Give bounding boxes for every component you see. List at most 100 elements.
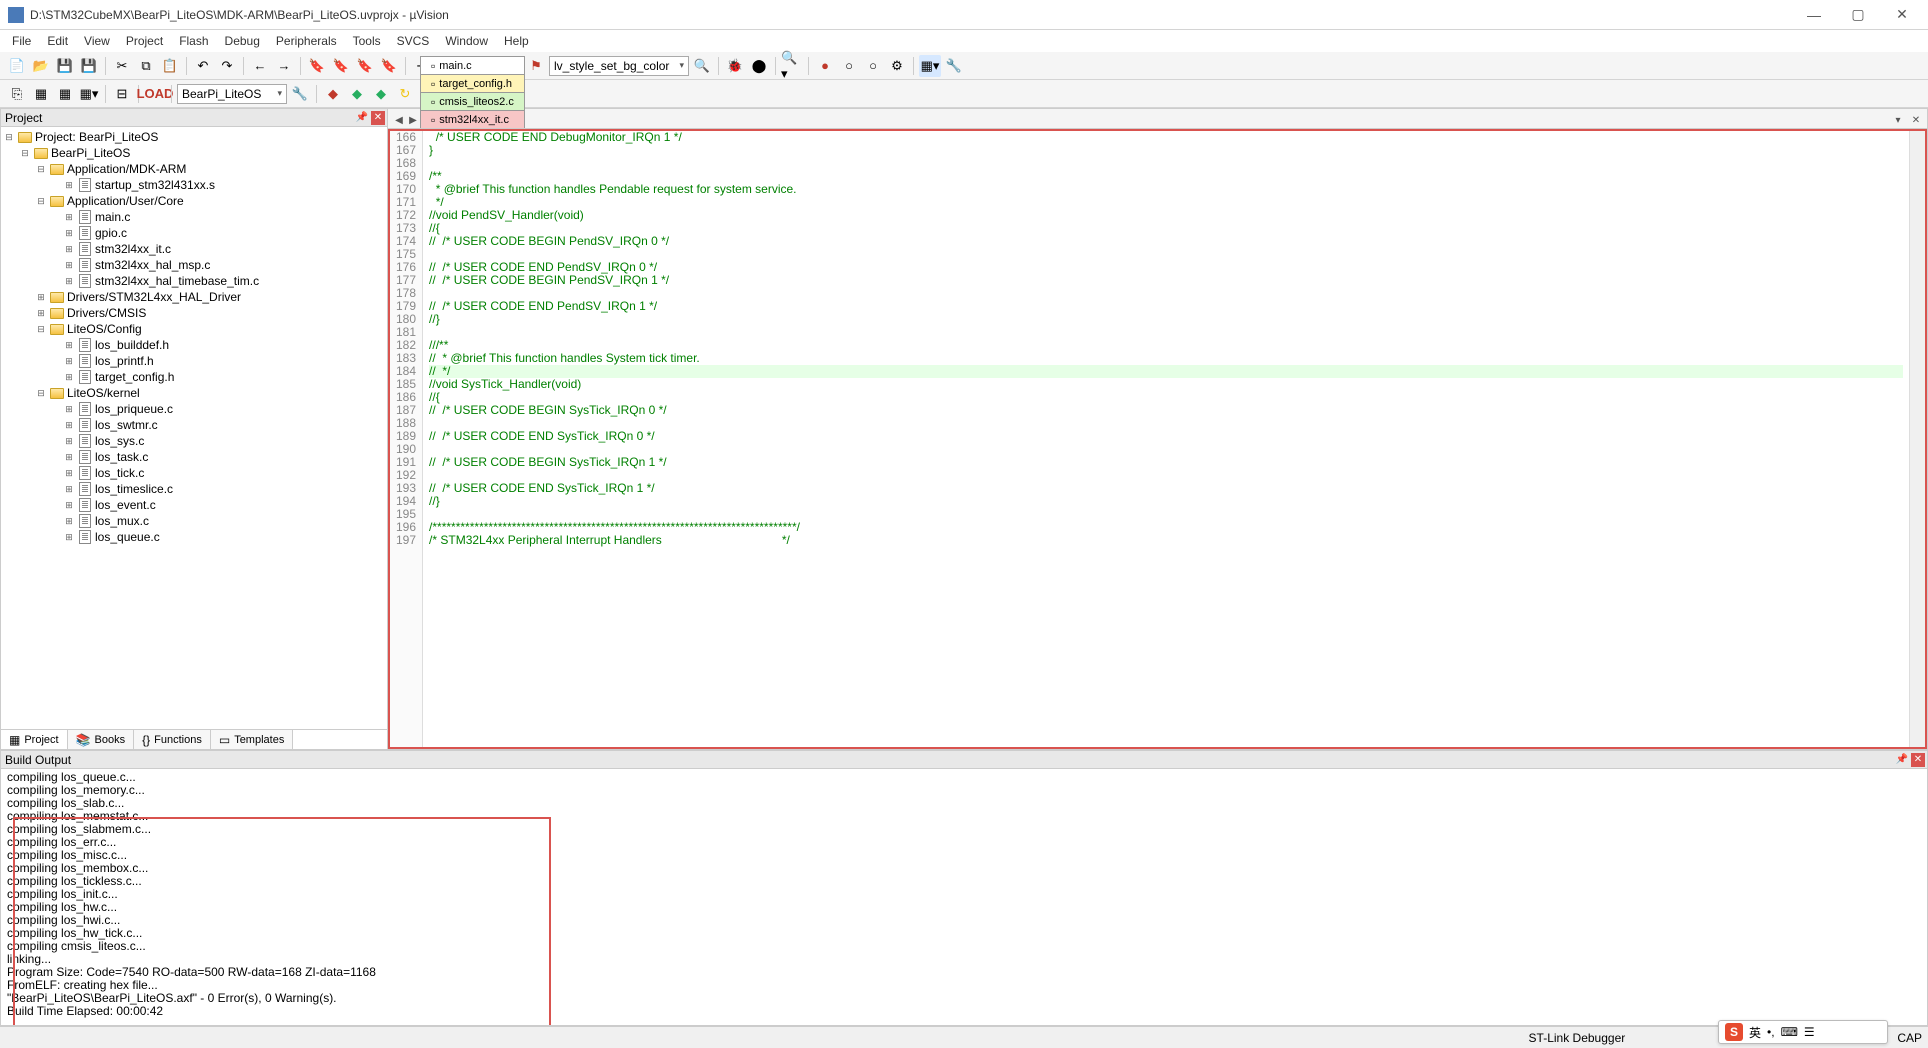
stop-build-icon[interactable]: ⊟ [111,83,133,105]
code-text[interactable]: /* USER CODE END DebugMonitor_IRQn 1 */}… [423,131,1909,747]
ime-punct-icon[interactable]: •, [1767,1025,1775,1039]
file-node[interactable]: ⊞stm32l4xx_hal_msp.c [3,257,385,273]
nav-back-icon[interactable]: ← [249,55,271,77]
menu-edit[interactable]: Edit [39,32,76,50]
ime-menu-icon[interactable]: ☰ [1804,1025,1815,1039]
pack-icon[interactable]: ↻ [394,83,416,105]
menu-svcs[interactable]: SVCS [389,32,438,50]
file-node[interactable]: ⊞los_priqueue.c [3,401,385,417]
file-node[interactable]: ⊞los_timeslice.c [3,481,385,497]
stop-icon[interactable]: ○ [838,55,860,77]
analyze-icon[interactable]: ⚙ [886,55,908,77]
bookmark-icon[interactable]: 🔖 [306,55,328,77]
file-node[interactable]: ⊞los_mux.c [3,513,385,529]
editor-tab[interactable]: ▫cmsis_liteos2.c [420,92,525,110]
pin-icon[interactable]: 📌 [355,111,369,125]
file-node[interactable]: ⊞los_printf.h [3,353,385,369]
ime-toolbar[interactable]: S 英 •, ⌨ ☰ [1718,1020,1888,1044]
download-icon[interactable]: LOAD [144,83,166,105]
manage-rte-icon[interactable]: ◆ [370,83,392,105]
file-node[interactable]: ⊞los_tick.c [3,465,385,481]
zoom-icon[interactable]: 🔍▾ [781,55,803,77]
breakpoint-icon[interactable]: ⬤ [748,55,770,77]
pane-tab-functions[interactable]: {}Functions [134,730,211,749]
build-output-text[interactable]: compiling los_queue.c...compiling los_me… [1,769,1927,1025]
tab-nav-right-icon[interactable]: ▶ [406,112,420,128]
menu-file[interactable]: File [4,32,39,50]
rebuild-icon[interactable]: ▦ [54,83,76,105]
save-icon[interactable]: 💾 [54,55,76,77]
file-node[interactable]: ⊞stm32l4xx_it.c [3,241,385,257]
group-node[interactable]: ⊟LiteOS/kernel [3,385,385,401]
file-node[interactable]: ⊞target_config.h [3,369,385,385]
group-node[interactable]: ⊞Drivers/CMSIS [3,305,385,321]
manage-env-icon[interactable]: ◆ [322,83,344,105]
record-icon[interactable]: ● [814,55,836,77]
code-editor[interactable]: 1661671681691701711721731741751761771781… [388,129,1927,749]
tab-nav-left-icon[interactable]: ◀ [392,112,406,128]
file-node[interactable]: ⊞los_queue.c [3,529,385,545]
translate-icon[interactable]: ⎘ [6,83,28,105]
menu-help[interactable]: Help [496,32,537,50]
project-tree[interactable]: ⊟Project: BearPi_LiteOS⊟BearPi_LiteOS⊟Ap… [1,127,387,729]
editor-tab[interactable]: ▫target_config.h [420,74,525,92]
open-icon[interactable]: 📂 [30,55,52,77]
find-next-icon[interactable]: 🔍 [691,55,713,77]
save-all-icon[interactable]: 💾 [78,55,100,77]
maximize-button[interactable]: ▢ [1840,3,1876,27]
group-node[interactable]: ⊟Application/User/Core [3,193,385,209]
file-node[interactable]: ⊞los_builddef.h [3,337,385,353]
redo-icon[interactable]: ↷ [216,55,238,77]
group-node[interactable]: ⊟Application/MDK-ARM [3,161,385,177]
build-icon[interactable]: ▦ [30,83,52,105]
file-node[interactable]: ⊞los_event.c [3,497,385,513]
target-select[interactable]: BearPi_LiteOS [177,84,287,104]
file-node[interactable]: ⊞los_sys.c [3,433,385,449]
menu-view[interactable]: View [76,32,118,50]
paste-icon[interactable]: 📋 [159,55,181,77]
options-icon[interactable]: 🔧 [289,83,311,105]
bookmark-clear-icon[interactable]: 🔖 [378,55,400,77]
undo-icon[interactable]: ↶ [192,55,214,77]
batch-build-icon[interactable]: ▦▾ [78,83,100,105]
find-icon[interactable]: ⚑ [525,55,547,77]
project-root[interactable]: ⊟Project: BearPi_LiteOS [3,129,385,145]
ime-keyboard-icon[interactable]: ⌨ [1781,1025,1798,1039]
tab-dropdown-icon[interactable]: ▾ [1891,112,1905,128]
menu-peripherals[interactable]: Peripherals [268,32,345,50]
cut-icon[interactable]: ✂ [111,55,133,77]
menu-project[interactable]: Project [118,32,171,50]
editor-tab[interactable]: ▫stm32l4xx_it.c [420,110,525,128]
editor-tab[interactable]: ▫main.c [420,56,525,74]
tab-close-icon[interactable]: ✕ [1909,112,1923,128]
nav-fwd-icon[interactable]: → [273,55,295,77]
target-node[interactable]: ⊟BearPi_LiteOS [3,145,385,161]
group-node[interactable]: ⊞Drivers/STM32L4xx_HAL_Driver [3,289,385,305]
pane-tab-templates[interactable]: ▭Templates [211,730,293,749]
file-node[interactable]: ⊞los_task.c [3,449,385,465]
group-node[interactable]: ⊟LiteOS/Config [3,321,385,337]
file-node[interactable]: ⊞los_swtmr.c [3,417,385,433]
ime-lang[interactable]: 英 [1749,1024,1761,1041]
close-button[interactable]: ✕ [1884,3,1920,27]
new-icon[interactable]: 📄 [6,55,28,77]
menu-window[interactable]: Window [437,32,496,50]
bookmark-next-icon[interactable]: 🔖 [354,55,376,77]
menu-flash[interactable]: Flash [171,32,216,50]
pane-tab-books[interactable]: 📚Books [68,730,135,749]
find-input[interactable]: lv_style_set_bg_color [549,56,689,76]
menu-debug[interactable]: Debug [217,32,268,50]
pane-tab-project[interactable]: ▦Project [1,730,68,749]
window-layout-icon[interactable]: ▦▾ [919,55,941,77]
file-node[interactable]: ⊞startup_stm32l431xx.s [3,177,385,193]
menu-tools[interactable]: Tools [345,32,389,50]
file-node[interactable]: ⊞gpio.c [3,225,385,241]
bookmark-prev-icon[interactable]: 🔖 [330,55,352,77]
pane-close-icon[interactable]: ✕ [371,111,385,125]
file-node[interactable]: ⊞main.c [3,209,385,225]
file-node[interactable]: ⊞stm32l4xx_hal_timebase_tim.c [3,273,385,289]
copy-icon[interactable]: ⧉ [135,55,157,77]
manage-books-icon[interactable]: ◆ [346,83,368,105]
minimize-button[interactable]: — [1796,3,1832,27]
pin-icon[interactable]: 📌 [1895,753,1909,767]
